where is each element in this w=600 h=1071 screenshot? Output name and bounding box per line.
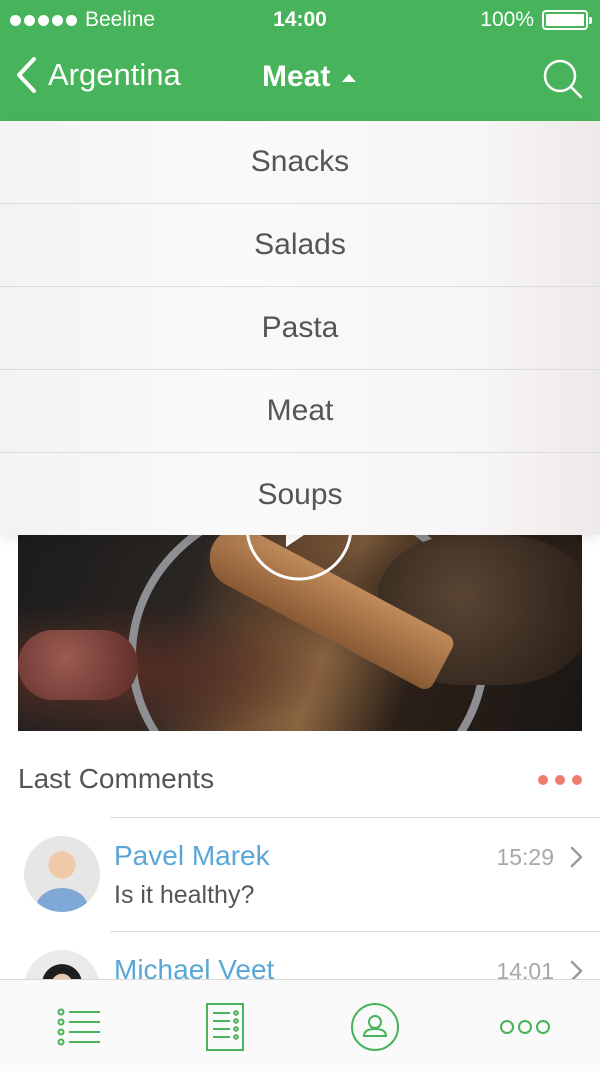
list-icon [57,1008,100,1046]
page-title: Meat [262,60,331,93]
recipe-video-thumbnail[interactable] [18,535,582,731]
tab-list[interactable] [54,1002,104,1052]
top-bar: Beeline 14:00 100% Argentina Meat [0,0,600,121]
menu-item-pasta[interactable]: Pasta [0,287,600,370]
back-button[interactable]: Argentina [14,56,181,94]
menu-item-meat[interactable]: Meat [0,370,600,453]
comment-author[interactable]: Michael Veet [114,954,274,979]
battery-icon [542,10,592,30]
caret-up-icon [342,74,357,82]
chevron-right-icon [570,960,583,979]
play-icon[interactable] [246,535,352,581]
menu-item-snacks[interactable]: Snacks [0,121,600,204]
comment-time: 14:01 [496,958,554,979]
comments-more-icon[interactable] [538,775,582,785]
comments-section-title: Last Comments [18,763,215,794]
category-selector[interactable]: Meat [262,60,357,94]
battery-status: 100% [480,8,592,32]
recipe-card-icon [206,1003,244,1051]
chevron-left-icon [17,57,36,93]
comment-text: Is it healthy? [114,881,255,909]
comment-row[interactable]: Michael Veet 14:01 [0,932,600,979]
search-button[interactable] [542,58,584,105]
tab-bar [0,979,600,1071]
comment-time: 15:29 [496,844,554,870]
comment-row[interactable]: Pavel Marek Is it healthy? 15:29 [0,818,600,928]
tab-more[interactable] [498,1002,552,1052]
status-bar: Beeline 14:00 100% [0,0,600,40]
avatar [24,950,100,979]
back-label: Argentina [48,57,181,92]
battery-percent: 100% [480,8,534,31]
menu-item-salads[interactable]: Salads [0,204,600,287]
tab-chef[interactable] [350,1002,400,1052]
chef-icon [351,1003,399,1051]
category-dropdown-menu: Snacks Salads Pasta Meat Soups [0,121,600,535]
comment-author[interactable]: Pavel Marek [114,840,270,872]
tab-recipes[interactable] [200,1002,250,1052]
navigation-bar: Argentina Meat [0,40,600,121]
menu-item-soups[interactable]: Soups [0,453,600,536]
chevron-right-icon [570,846,583,868]
avatar [24,836,100,912]
search-icon [543,59,583,99]
more-icon [500,1020,550,1034]
